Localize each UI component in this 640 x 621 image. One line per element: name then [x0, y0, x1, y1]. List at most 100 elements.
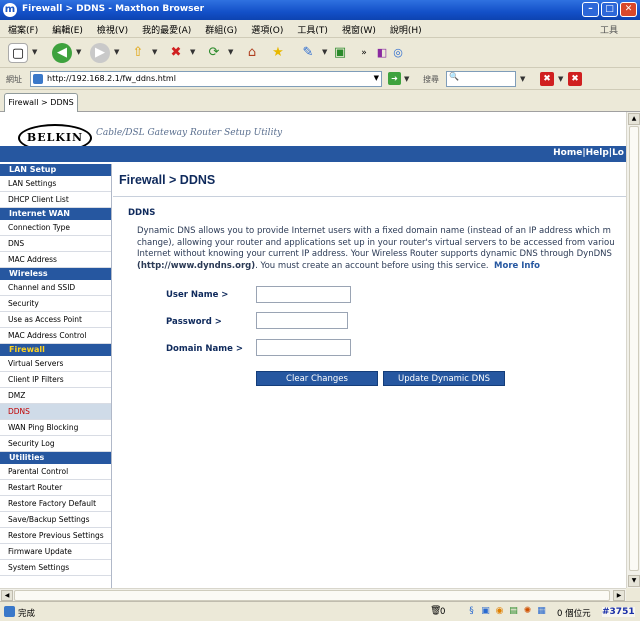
sidebar-item-channel-and-ssid[interactable]: Channel and SSID — [0, 280, 111, 296]
search-dropdown-icon[interactable]: ▼ — [520, 75, 525, 83]
sidebar-item-dns[interactable]: DNS — [0, 236, 111, 252]
go-dropdown-icon[interactable]: ▼ — [404, 75, 409, 83]
router-header: BELKIN Cable/DSL Gateway Router Setup Ut… — [0, 112, 626, 163]
scroll-up-icon[interactable]: ▲ — [628, 113, 640, 125]
popup-block-icon[interactable]: ◉ — [494, 605, 505, 617]
address-dropdown-icon[interactable]: ▼ — [374, 74, 379, 82]
sidebar-item-save-backup-settings[interactable]: Save/Backup Settings — [0, 512, 111, 528]
sidebar-item-mac-address-control[interactable]: MAC Address Control — [0, 328, 111, 344]
sidebar-section-header: Firewall — [0, 344, 111, 356]
close-search-icon[interactable]: ✖ — [568, 72, 582, 86]
status-bar: 完成 🗑 0 § ▣ ◉ ▤ ✺ ▦ 0 個位元 #3751 — [0, 601, 640, 621]
image-icon[interactable]: ▤ — [508, 605, 519, 617]
stop-icon[interactable]: ✖ — [166, 43, 186, 63]
sync-icon[interactable]: § — [466, 605, 477, 617]
address-url[interactable]: http://192.168.2.1/fw_ddns.html — [47, 74, 176, 83]
up-icon[interactable]: ⇧ — [128, 43, 148, 63]
screen-icon[interactable]: ▣ — [330, 43, 350, 63]
menu-item[interactable]: 選項(O) — [251, 23, 283, 36]
menu-item[interactable]: 編輯(E) — [52, 23, 83, 36]
refresh-dropdown-icon[interactable]: ▼ — [228, 48, 233, 56]
sidebar-item-restart-router[interactable]: Restart Router — [0, 480, 111, 496]
sidebar-item-mac-address[interactable]: MAC Address — [0, 252, 111, 268]
password-input[interactable] — [256, 312, 348, 329]
skin-dropdown-icon[interactable]: ▼ — [322, 48, 327, 56]
sidebar-item-parental-control[interactable]: Parental Control — [0, 464, 111, 480]
menu-item[interactable]: 檢視(V) — [97, 23, 128, 36]
dyndns-link[interactable]: (http://www.dyndns.org) — [137, 261, 255, 271]
page-status-icon — [4, 606, 15, 617]
menu-item[interactable]: 群組(G) — [205, 23, 237, 36]
tab-firewall-ddns[interactable]: Firewall > DDNS — [4, 93, 78, 112]
maximize-button[interactable]: □ — [601, 2, 618, 17]
title-divider — [113, 196, 626, 197]
sidebar-item-dmz[interactable]: DMZ — [0, 388, 111, 404]
favorites-star-icon[interactable]: ★ — [268, 43, 288, 63]
menu-item[interactable]: 視窗(W) — [342, 23, 376, 36]
stop-dropdown-icon[interactable]: ▼ — [190, 48, 195, 56]
sidebar-item-restore-factory-default[interactable]: Restore Factory Default — [0, 496, 111, 512]
domain-name-input[interactable] — [256, 339, 351, 356]
back-dropdown-icon[interactable]: ▼ — [76, 48, 81, 56]
username-input[interactable] — [256, 286, 351, 303]
menu-item[interactable]: 我的最愛(A) — [142, 23, 191, 36]
scroll-left-icon[interactable]: ◀ — [1, 590, 13, 601]
sidebar-item-security-log[interactable]: Security Log — [0, 436, 111, 452]
horizontal-scrollbar[interactable]: ◀ ▶ — [0, 588, 626, 601]
sidebar-item-security[interactable]: Security — [0, 296, 111, 312]
header-links[interactable]: Home|Help|Lo — [553, 148, 624, 158]
description-tail: . You must create an account before usin… — [255, 260, 489, 271]
menu-item[interactable]: 說明(H) — [390, 23, 422, 36]
sidebar-item-virtual-servers[interactable]: Virtual Servers — [0, 356, 111, 372]
sidebar-item-system-settings[interactable]: System Settings — [0, 560, 111, 576]
sidebar-item-restore-previous-settings[interactable]: Restore Previous Settings — [0, 528, 111, 544]
search-input[interactable]: 🔍 — [446, 71, 516, 87]
clear-changes-button[interactable]: Clear Changes — [256, 371, 378, 386]
media-icon[interactable]: ▦ — [536, 605, 547, 617]
menu-item[interactable]: 工具(T) — [297, 23, 328, 36]
vertical-scrollbar[interactable]: ▲ ▼ — [626, 112, 640, 588]
sidebar-item-connection-type[interactable]: Connection Type — [0, 220, 111, 236]
horizontal-scroll-thumb[interactable] — [14, 590, 610, 601]
window-icon[interactable]: ▣ — [480, 605, 491, 617]
sidebar-item-lan-settings[interactable]: LAN Settings — [0, 176, 111, 192]
sidebar-item-ddns[interactable]: DDNS — [0, 404, 111, 420]
menu-tools-label[interactable]: 工具 — [600, 23, 618, 36]
minimize-button[interactable]: – — [582, 2, 599, 17]
refresh-icon[interactable]: ⟳ — [204, 43, 224, 63]
compass-icon[interactable]: ◎ — [388, 43, 408, 63]
sidebar-item-wan-ping-blocking[interactable]: WAN Ping Blocking — [0, 420, 111, 436]
sidebar-section-header: Wireless — [0, 268, 111, 280]
more-tools-icon[interactable]: » — [354, 43, 374, 63]
up-dropdown-icon[interactable]: ▼ — [152, 48, 157, 56]
sidebar-item-use-as-access-point[interactable]: Use as Access Point — [0, 312, 111, 328]
watermark-badge: #3751 — [602, 607, 635, 617]
sidebar-item-firmware-update[interactable]: Firmware Update — [0, 544, 111, 560]
sidebar-item-client-ip-filters[interactable]: Client IP Filters — [0, 372, 111, 388]
skin-icon[interactable]: ✎ — [298, 43, 318, 63]
new-page-dropdown-icon[interactable]: ▼ — [32, 48, 37, 56]
update-dynamic-dns-button[interactable]: Update Dynamic DNS — [383, 371, 505, 386]
home-icon[interactable]: ⌂ — [242, 43, 262, 63]
go-arrow-icon[interactable]: ➜ — [388, 72, 401, 85]
scroll-down-icon[interactable]: ▼ — [628, 575, 640, 587]
clear-dropdown-icon[interactable]: ▼ — [558, 75, 563, 83]
description-line: (http://www.dyndns.org). You must create… — [137, 261, 626, 273]
new-page-icon[interactable]: ▢ — [8, 43, 28, 63]
address-input[interactable]: http://192.168.2.1/fw_ddns.html ▼ — [30, 71, 382, 87]
vertical-scroll-thumb[interactable] — [629, 126, 639, 571]
flash-icon[interactable]: ✺ — [522, 605, 533, 617]
back-icon[interactable]: ◀ — [52, 43, 72, 63]
sidebar-item-dhcp-client-list[interactable]: DHCP Client List — [0, 192, 111, 208]
more-info-link[interactable]: More Info — [494, 261, 540, 271]
main-content: Firewall > DDNS DDNS Dynamic DNS allows … — [113, 164, 626, 588]
page-icon — [33, 74, 43, 84]
forward-icon[interactable]: ▶ — [90, 43, 110, 63]
address-label: 網址 — [6, 75, 22, 84]
close-button[interactable]: ✕ — [620, 2, 637, 17]
forward-dropdown-icon[interactable]: ▼ — [114, 48, 119, 56]
scroll-right-icon[interactable]: ▶ — [613, 590, 625, 601]
clear-search-icon[interactable]: ✖ — [540, 72, 554, 86]
menu-item[interactable]: 檔案(F) — [8, 23, 38, 36]
section-title: DDNS — [128, 208, 156, 218]
